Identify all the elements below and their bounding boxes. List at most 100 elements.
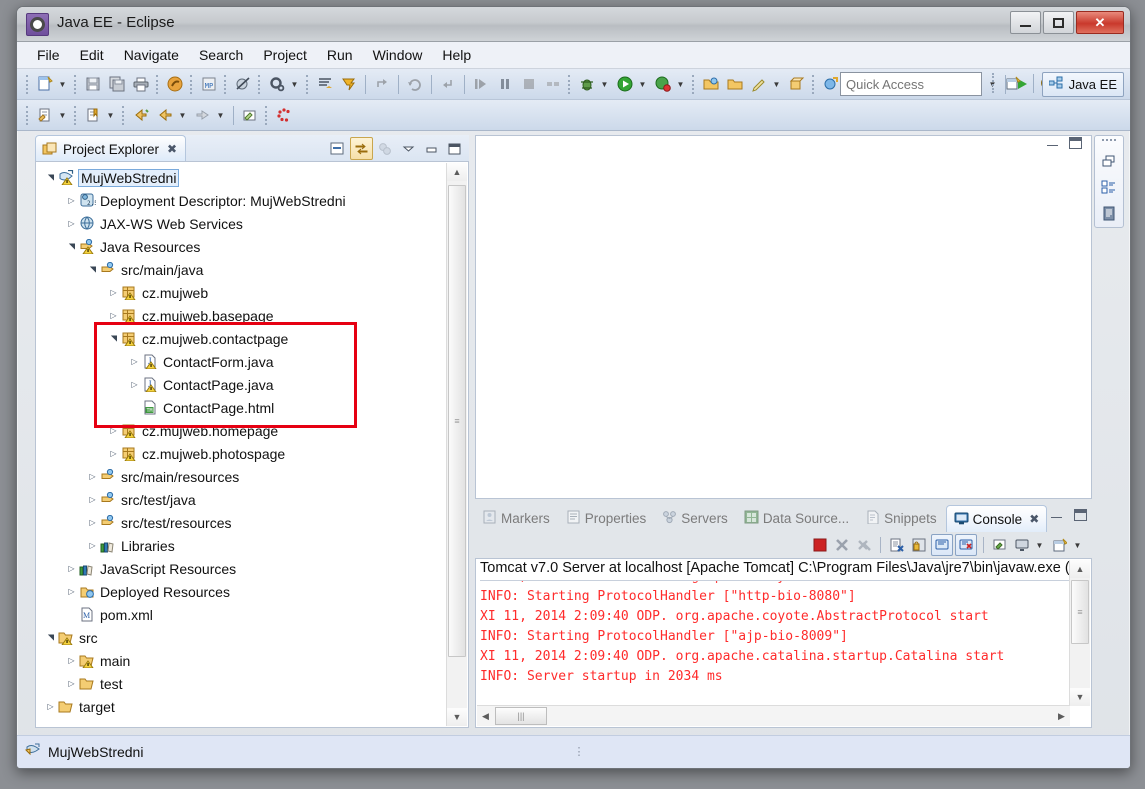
coverage-dropdown-icon[interactable]: ▼: [675, 72, 686, 96]
outline-icon[interactable]: [1099, 178, 1119, 197]
tree-item[interactable]: ◢src: [36, 626, 446, 649]
bottom-panel-tab-markers[interactable]: Markers: [475, 506, 557, 531]
twisty-collapsed-icon[interactable]: ▷: [107, 447, 120, 460]
maven-build-icon[interactable]: [164, 72, 186, 96]
suspend-icon[interactable]: [494, 72, 516, 96]
console-vertical-scrollbar[interactable]: ▲ ≡ ▼: [1069, 560, 1090, 706]
close-tab-icon[interactable]: ✖: [167, 142, 177, 156]
tree-item[interactable]: TMContactPage.html: [36, 396, 446, 419]
quick-access-field[interactable]: [840, 72, 982, 96]
tree-item[interactable]: ▷cz.mujweb.basepage: [36, 304, 446, 327]
menu-item-run[interactable]: Run: [317, 44, 363, 66]
maximize-editor-icon[interactable]: [1068, 136, 1083, 149]
twisty-expanded-icon[interactable]: ◢: [44, 631, 57, 644]
tree-item[interactable]: ▷cz.mujweb.photospage: [36, 442, 446, 465]
maximize-view-icon[interactable]: [444, 138, 465, 159]
remove-launch-icon[interactable]: [832, 535, 852, 555]
collapse-all-icon[interactable]: [327, 138, 348, 159]
twisty-collapsed-icon[interactable]: ▷: [44, 700, 57, 713]
twisty-collapsed-icon[interactable]: ▷: [86, 470, 99, 483]
twisty-expanded-icon[interactable]: ◢: [107, 332, 120, 345]
console-horizontal-scrollbar[interactable]: ◀ ||| ▶: [477, 705, 1070, 726]
c-loading-icon[interactable]: [273, 103, 295, 127]
tree-item[interactable]: ▷src/main/resources: [36, 465, 446, 488]
bookmark-dropdown-icon[interactable]: ▼: [105, 103, 116, 127]
tree-item[interactable]: ◢MujWebStredni: [36, 166, 446, 189]
minimize-view-icon[interactable]: [421, 138, 442, 159]
tree-item[interactable]: ◢cz.mujweb.contactpage: [36, 327, 446, 350]
scrollbar-thumb[interactable]: ≡: [448, 185, 466, 657]
twisty-expanded-icon[interactable]: ◢: [65, 240, 78, 253]
editor-area[interactable]: [475, 135, 1092, 499]
back-history-icon[interactable]: [130, 103, 152, 127]
tree-item[interactable]: ▷JavaScript Resources: [36, 557, 446, 580]
tree-item[interactable]: ▷2.5Deployment Descriptor: MujWebStredni: [36, 189, 446, 212]
pin-console-icon[interactable]: [990, 535, 1010, 555]
skip-breakpoints-icon[interactable]: [232, 72, 254, 96]
publish-icon[interactable]: [314, 72, 336, 96]
step-return-icon[interactable]: [371, 72, 393, 96]
clear-console-icon[interactable]: [887, 535, 907, 555]
console-hscrollbar-thumb[interactable]: |||: [495, 707, 547, 725]
task-list-icon[interactable]: [1099, 204, 1119, 223]
console-scroll-up-arrow-icon[interactable]: ▲: [1070, 560, 1090, 578]
terminate-icon[interactable]: [810, 535, 830, 555]
twisty-collapsed-icon[interactable]: ▷: [107, 424, 120, 437]
maven-pom-icon[interactable]: MP: [198, 72, 220, 96]
tree-item[interactable]: ▷main: [36, 649, 446, 672]
twisty-collapsed-icon[interactable]: ▷: [65, 654, 78, 667]
twisty-expanded-icon[interactable]: ◢: [86, 263, 99, 276]
twisty-collapsed-icon[interactable]: ▷: [65, 217, 78, 230]
new-wizard-icon[interactable]: [34, 72, 56, 96]
new-java-project-icon[interactable]: [748, 72, 770, 96]
close-tab-icon[interactable]: ✖: [1029, 512, 1039, 526]
forward-dropdown-icon[interactable]: ▼: [215, 103, 226, 127]
minimize-button[interactable]: [1010, 11, 1041, 34]
display-selected-console-icon[interactable]: [1012, 535, 1032, 555]
twisty-collapsed-icon[interactable]: ▷: [86, 539, 99, 552]
menu-item-help[interactable]: Help: [432, 44, 481, 66]
show-console-on-output-icon[interactable]: [931, 534, 953, 556]
twisty-collapsed-icon[interactable]: ▷: [65, 194, 78, 207]
menu-item-edit[interactable]: Edit: [70, 44, 114, 66]
disconnect-icon[interactable]: [542, 72, 564, 96]
twisty-collapsed-icon[interactable]: ▷: [128, 378, 141, 391]
tree-vertical-scrollbar[interactable]: ▲ ≡ ▼: [446, 163, 467, 726]
focus-on-active-task-icon[interactable]: [375, 138, 396, 159]
twisty-collapsed-icon[interactable]: ▷: [107, 309, 120, 322]
debug-dropdown-icon[interactable]: ▼: [599, 72, 610, 96]
tree-item[interactable]: Mpom.xml: [36, 603, 446, 626]
show-console-on-error-icon[interactable]: [955, 534, 977, 556]
tab-project-explorer[interactable]: Project Explorer ✖: [35, 135, 186, 162]
tree-item[interactable]: ▷JContactPage.java: [36, 373, 446, 396]
bottom-panel-tab-snippets[interactable]: Snippets: [858, 506, 944, 531]
save-all-icon[interactable]: [106, 72, 128, 96]
tree-item[interactable]: ▷test: [36, 672, 446, 695]
resume-icon[interactable]: [470, 72, 492, 96]
close-button[interactable]: ✕: [1076, 11, 1124, 34]
open-task-icon[interactable]: [724, 72, 746, 96]
build-icon[interactable]: [266, 72, 288, 96]
bottom-panel-tab-data-source[interactable]: Data Source...: [737, 506, 856, 531]
twisty-collapsed-icon[interactable]: ▷: [86, 493, 99, 506]
open-perspective-icon[interactable]: [1002, 73, 1024, 94]
restore-icon[interactable]: [1099, 152, 1119, 171]
twisty-collapsed-icon[interactable]: ▷: [65, 677, 78, 690]
tree-item[interactable]: ▷JAX-WS Web Services: [36, 212, 446, 235]
new-java-project-dropdown-icon[interactable]: ▼: [771, 72, 782, 96]
tree-item[interactable]: ▷JContactForm.java: [36, 350, 446, 373]
run-icon[interactable]: [614, 72, 636, 96]
new-package-icon[interactable]: [786, 72, 808, 96]
tree-item[interactable]: ▷Libraries: [36, 534, 446, 557]
open-console-icon[interactable]: [1050, 535, 1070, 555]
deploy-icon[interactable]: [338, 72, 360, 96]
tree-item[interactable]: ▷Deployed Resources: [36, 580, 446, 603]
maximize-button[interactable]: [1043, 11, 1074, 34]
step-into-icon[interactable]: [437, 72, 459, 96]
console-scroll-left-arrow-icon[interactable]: ◀: [477, 706, 494, 726]
console-scroll-down-arrow-icon[interactable]: ▼: [1070, 688, 1090, 706]
print-icon[interactable]: [130, 72, 152, 96]
scroll-down-arrow-icon[interactable]: ▼: [447, 708, 467, 726]
quick-access-input[interactable]: [841, 73, 981, 95]
back-dropdown-icon[interactable]: ▼: [177, 103, 188, 127]
